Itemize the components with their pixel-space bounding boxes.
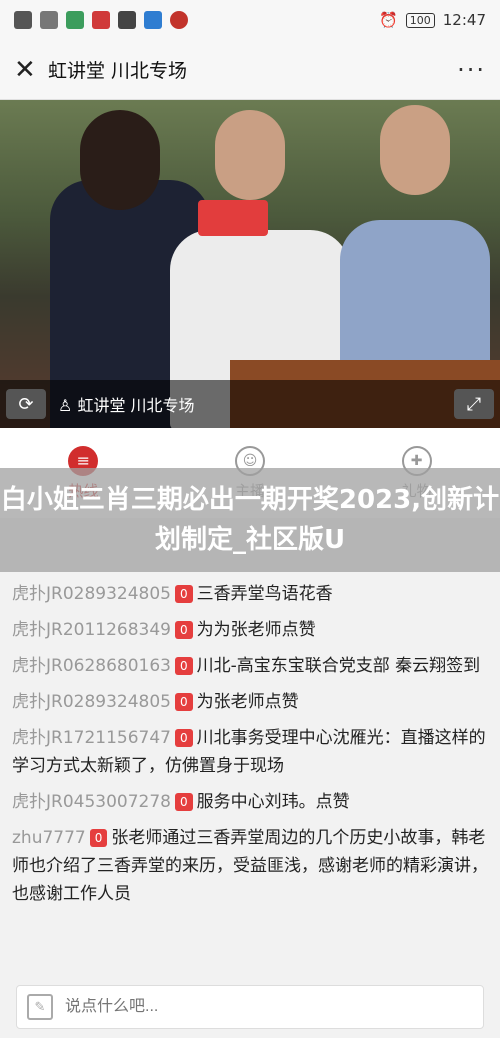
comment-text: 为张老师点赞: [196, 692, 299, 712]
level-badge: 0: [175, 693, 193, 711]
comment-user: 虎扑JR2011268349: [12, 620, 171, 640]
comment-user: zhu7777: [12, 828, 86, 848]
level-badge: 0: [175, 657, 193, 675]
comment-user: 虎扑JR0289324805: [12, 692, 171, 712]
page-title: 虹讲堂 川北专场: [48, 60, 188, 82]
overlay-banner: 白小姐三肖三期必出一期开奖2023,创新计划制定_社区版U: [0, 468, 500, 572]
send-icon: [144, 11, 162, 29]
alarm-icon: ⏰: [379, 11, 398, 29]
refresh-icon[interactable]: ⟳: [6, 389, 46, 419]
status-time: 12:47: [442, 11, 486, 29]
comment-item: 虎扑JR0628680163 0 川北-高宝东宝联合党支部 秦云翔签到: [12, 652, 488, 680]
comment-text: 为为张老师点赞: [196, 620, 316, 640]
close-icon[interactable]: ✕: [14, 55, 48, 85]
edit-icon: ✎: [27, 994, 53, 1020]
level-badge: 0: [175, 793, 193, 811]
mail-icon: [92, 11, 110, 29]
status-bar: ⏰ 100 12:47: [0, 0, 500, 40]
comment-user: 虎扑JR0453007278: [12, 792, 171, 812]
app-bar: ✕ 虹讲堂 川北专场 ···: [0, 40, 500, 100]
comment-item: 虎扑JR0453007278 0 服务中心刘玮。点赞: [12, 788, 488, 816]
comment-text: 服务中心刘玮。点赞: [196, 792, 350, 812]
video-title: ♙ 虹讲堂 川北专场: [58, 396, 195, 415]
comment-user: 虎扑JR0628680163: [12, 656, 171, 676]
comment-user: 虎扑JR0289324805: [12, 584, 171, 604]
level-badge: 0: [89, 829, 108, 847]
level-badge: 0: [175, 729, 193, 747]
notification-icon: [170, 11, 188, 29]
wifi-icon: [40, 11, 58, 29]
comment-item: zhu7777 0 张老师通过三香弄堂周边的几个历史小故事，韩老师也介绍了三香弄堂的…: [12, 824, 488, 908]
comment-item: 虎扑JR0289324805 0 三香弄堂鸟语花香: [12, 580, 488, 608]
user-icon: ♙: [58, 396, 73, 415]
status-icons-left: [14, 11, 188, 29]
comment-list: 虎扑JR0289324805 0 三香弄堂鸟语花香 虎扑JR2011268349 0 为…: [0, 518, 500, 926]
video-person-head: [80, 110, 160, 210]
image-icon: [66, 11, 84, 29]
comment-input[interactable]: [65, 998, 473, 1016]
more-icon[interactable]: ···: [457, 56, 486, 84]
comment-user: 虎扑JR1721156747: [12, 728, 171, 748]
comment-item: 虎扑JR2011268349 0 为为张老师点赞: [12, 616, 488, 644]
video-player[interactable]: ⟳ ♙ 虹讲堂 川北专场 ⤢: [0, 100, 500, 428]
level-badge: 0: [175, 621, 193, 639]
comment-item: 虎扑JR0289324805 0 为张老师点赞: [12, 688, 488, 716]
level-badge: 0: [175, 585, 193, 603]
video-person-head: [215, 110, 285, 200]
video-person-head: [380, 105, 450, 195]
app-icon: [118, 11, 136, 29]
comment-input-bar[interactable]: ✎: [16, 985, 484, 1029]
comment-text: 三香弄堂鸟语花香: [196, 584, 333, 604]
comment-text: 川北-高宝东宝联合党支部 秦云翔签到: [196, 656, 481, 676]
video-controls: ⟳ ♙ 虹讲堂 川北专场 ⤢: [0, 380, 500, 428]
battery-indicator: 100: [405, 12, 435, 28]
fullscreen-icon[interactable]: ⤢: [454, 389, 494, 419]
microphone-icon: [198, 200, 268, 236]
carrier-icon: [14, 11, 32, 29]
comment-item: 虎扑JR1721156747 0 川北事务受理中心沈雁光：直播这样的学习方式太新颖了…: [12, 724, 488, 780]
